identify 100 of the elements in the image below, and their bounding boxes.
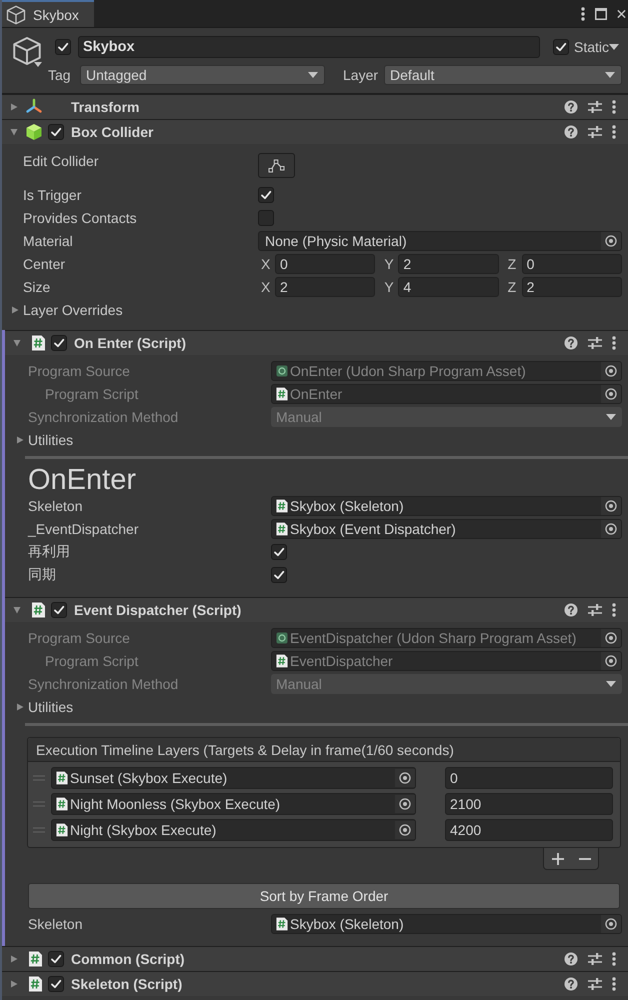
component-header[interactable]: On Enter (Script) [5, 330, 628, 355]
drag-handle-icon[interactable] [33, 827, 45, 833]
checkbox[interactable] [55, 39, 71, 55]
checkbox[interactable] [51, 602, 67, 618]
close-icon[interactable] [617, 8, 626, 18]
preset-icon[interactable] [588, 952, 602, 966]
preset-icon[interactable] [588, 100, 602, 114]
component-header[interactable]: Event Dispatcher (Script) [5, 597, 628, 622]
edit-collider-button[interactable] [258, 153, 295, 178]
checkbox[interactable] [48, 124, 64, 140]
number-field[interactable]: 4200 [445, 819, 613, 841]
sort-button[interactable]: Sort by Frame Order [28, 883, 620, 909]
foldout-label[interactable]: Utilities [28, 432, 74, 448]
picker-icon[interactable] [601, 232, 621, 250]
maximize-icon[interactable] [595, 8, 607, 20]
tag-dropdown[interactable]: Untagged [80, 64, 325, 84]
component-header[interactable]: Common (Script) [2, 946, 628, 971]
field-label: Synchronization Method [28, 409, 180, 425]
layer-dropdown[interactable]: Default [384, 64, 622, 84]
help-icon[interactable] [564, 100, 578, 114]
number-field[interactable]: 2 [275, 277, 376, 297]
picker-icon[interactable] [601, 915, 621, 933]
checkmark-icon [50, 978, 62, 990]
caret-icon[interactable] [13, 339, 21, 347]
checkbox[interactable] [48, 976, 64, 992]
script-icon [31, 335, 46, 351]
object-field[interactable]: Sunset (Skybox Execute) [51, 767, 416, 789]
number-field[interactable]: 2 [398, 254, 499, 274]
script-icon [31, 602, 46, 618]
name-field[interactable]: Skybox [78, 36, 540, 58]
more-icon[interactable] [612, 603, 616, 617]
field-label: Program Source [28, 630, 131, 646]
number-field[interactable]: 2100 [445, 793, 613, 815]
object-field[interactable]: Night (Skybox Execute) [51, 819, 416, 841]
object-field[interactable]: Skybox (Event Dispatcher) [271, 519, 622, 539]
component-header[interactable]: Skeleton (Script) [2, 971, 628, 996]
foldout-label[interactable]: Utilities [28, 699, 74, 715]
more-icon[interactable] [581, 6, 585, 20]
checkbox[interactable] [271, 544, 287, 560]
script-icon [56, 771, 68, 785]
number-field[interactable]: 0 [445, 767, 613, 789]
number-field[interactable]: 0 [275, 254, 376, 274]
checkbox[interactable] [258, 210, 274, 226]
component-header[interactable]: Box Collider [2, 119, 628, 144]
number-field[interactable]: 2 [522, 277, 622, 297]
caret-icon [308, 72, 318, 78]
caret-icon[interactable] [11, 306, 19, 314]
checkmark-icon [50, 126, 62, 138]
field-label: Program Script [44, 386, 140, 402]
cube-icon [25, 123, 43, 141]
help-icon[interactable] [564, 952, 578, 966]
more-icon[interactable] [612, 336, 616, 350]
preset-icon[interactable] [588, 125, 602, 139]
object-field[interactable]: Night Moonless (Skybox Execute) [51, 793, 416, 815]
picker-icon[interactable] [601, 520, 621, 538]
more-icon[interactable] [612, 100, 616, 114]
more-icon[interactable] [612, 952, 616, 966]
picker-icon[interactable] [395, 821, 415, 839]
vertex-path-icon [268, 158, 286, 172]
preset-icon[interactable] [588, 977, 602, 991]
picker-icon[interactable] [395, 769, 415, 787]
drag-handle-icon[interactable] [33, 801, 45, 807]
number-field[interactable]: 0 [522, 254, 622, 274]
help-icon[interactable] [564, 125, 578, 139]
caret-icon[interactable] [10, 128, 18, 136]
number-field[interactable]: 4 [398, 277, 499, 297]
help-icon[interactable] [564, 603, 578, 617]
drag-handle-icon[interactable] [33, 775, 45, 781]
caret-icon[interactable] [10, 980, 18, 988]
checkbox[interactable] [271, 567, 287, 583]
object-field[interactable]: Skybox (Skeleton) [271, 914, 622, 934]
caret-icon[interactable] [609, 44, 619, 50]
ring-tile-icon [276, 365, 288, 377]
field-label: 再利用 [28, 543, 71, 561]
checkbox[interactable] [48, 951, 64, 967]
picker-icon[interactable] [601, 497, 621, 515]
foldout-label[interactable]: Layer Overrides [23, 302, 123, 318]
caret-icon[interactable] [34, 62, 42, 67]
picker-icon[interactable] [395, 795, 415, 813]
preset-icon[interactable] [588, 336, 602, 350]
object-field[interactable]: None (Physic Material) [258, 231, 622, 251]
component-header[interactable]: Transform [2, 94, 628, 119]
more-icon[interactable] [612, 125, 616, 139]
object-field[interactable]: Skybox (Skeleton) [271, 496, 622, 516]
caret-icon[interactable] [10, 103, 18, 111]
caret-icon[interactable] [16, 703, 24, 711]
preset-icon[interactable] [588, 603, 602, 617]
help-icon[interactable] [564, 336, 578, 350]
help-icon[interactable] [564, 977, 578, 991]
inspector-tab[interactable]: Skybox [2, 0, 94, 27]
caret-icon[interactable] [13, 606, 21, 614]
checkbox[interactable] [552, 39, 569, 55]
caret-icon[interactable] [10, 955, 18, 963]
axis-label: Y [383, 256, 395, 272]
field-label: _EventDispatcher [28, 521, 140, 537]
more-icon[interactable] [612, 977, 616, 991]
checkbox[interactable] [258, 187, 274, 203]
ring-tile-icon [276, 632, 288, 644]
caret-icon[interactable] [16, 436, 24, 444]
checkbox[interactable] [51, 335, 67, 351]
